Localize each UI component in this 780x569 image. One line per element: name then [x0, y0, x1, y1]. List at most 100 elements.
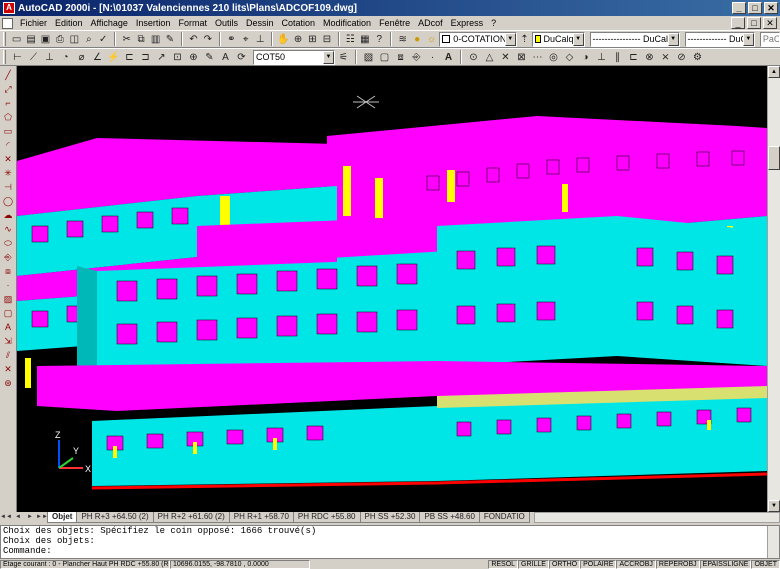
leader-icon[interactable]: ↗ [154, 50, 169, 65]
osnap-insert-icon[interactable]: ⊏ [626, 50, 641, 65]
copy-icon[interactable]: ⧉ [134, 32, 147, 47]
ellipse-icon[interactable]: ⬭ [1, 236, 15, 250]
properties-icon[interactable]: ☷ [344, 32, 357, 47]
line-icon[interactable]: ╱ [1, 68, 15, 82]
autocad-app-icon[interactable]: A [3, 2, 15, 14]
osnap-nearest-icon[interactable]: ⨯ [658, 50, 673, 65]
help-icon[interactable]: ? [373, 32, 386, 47]
layer-dropdown[interactable]: 0-COTATION ▼ [439, 31, 517, 47]
toggle-epaissligne[interactable]: EPAISSLIGNE [699, 559, 752, 569]
doc-restore-button[interactable]: □ [747, 17, 761, 29]
dim-edit-icon[interactable]: ✎ [202, 50, 217, 65]
osnap-node-icon[interactable]: ⊗ [642, 50, 657, 65]
dimstyle-dropdown[interactable]: COT50 ▼ [253, 49, 335, 65]
vertical-scrollbar[interactable]: ▲ ▼ [767, 66, 780, 512]
dim-diameter-icon[interactable]: ⌀ [74, 50, 89, 65]
osnap-apparent-icon[interactable]: ⊠ [514, 50, 529, 65]
tab-ph-r1[interactable]: PH R+1 +58.70 [228, 512, 294, 523]
zoom-previous-icon[interactable]: ⊟ [320, 32, 333, 47]
text-icon[interactable]: A [441, 50, 456, 65]
delete-icon[interactable]: ✕ [1, 362, 15, 376]
drawing-viewport[interactable]: Z X Y [17, 66, 767, 512]
tolerance-icon[interactable]: ⊡ [170, 50, 185, 65]
region-icon[interactable]: ▢ [1, 306, 15, 320]
dim-aligned-icon[interactable]: ⟋ [26, 50, 41, 65]
toggle-grille[interactable]: GRILLE [518, 559, 549, 569]
dim-ordinate-icon[interactable]: ⊥ [42, 50, 57, 65]
horizontal-scrollbar[interactable] [533, 512, 780, 523]
menu-fenetre[interactable]: Fenêtre [376, 18, 415, 28]
menu-cotation[interactable]: Cotation [279, 18, 321, 28]
redo-icon[interactable]: ↷ [201, 32, 214, 47]
tab-first-button[interactable]: ◄◄ [0, 512, 12, 523]
tab-ph-r2[interactable]: PH R+2 +61.60 (2) [152, 512, 230, 523]
toggle-objet[interactable]: OBJET [751, 559, 780, 569]
zoom-realtime-icon[interactable]: ⊕ [291, 32, 304, 47]
scroll-up-button[interactable]: ▲ [768, 66, 780, 78]
xline-icon[interactable]: ⤢ [1, 82, 15, 96]
arc-icon[interactable]: ◜ [1, 138, 15, 152]
snap-icon[interactable]: ⌖ [239, 32, 252, 47]
dim-angular-icon[interactable]: ∠ [90, 50, 105, 65]
dim-continue-icon[interactable]: ⊐ [138, 50, 153, 65]
explode-icon[interactable]: ✳ [1, 166, 15, 180]
osnap-perpendicular-icon[interactable]: ⊥ [594, 50, 609, 65]
toolbar-grip[interactable] [3, 32, 6, 46]
spline-icon[interactable]: ∿ [1, 222, 15, 236]
lineweight-dropdown[interactable]: ------------- DuCalque ▼ [684, 31, 755, 47]
osnap-intersection-icon[interactable]: ✕ [498, 50, 513, 65]
match-properties-icon[interactable]: ✎ [163, 32, 176, 47]
circle-icon[interactable]: ◯ [1, 194, 15, 208]
dim-update-icon[interactable]: ⟳ [234, 50, 249, 65]
polyline-icon[interactable]: ⌐ [1, 96, 15, 110]
dim-linear-icon[interactable]: ⊢ [10, 50, 25, 65]
maximize-button[interactable]: □ [748, 2, 762, 14]
make-block-icon[interactable]: ⧈ [1, 264, 15, 278]
osnap-none-icon[interactable]: ⊘ [674, 50, 689, 65]
dim-text-edit-icon[interactable]: A [218, 50, 233, 65]
linetype-dropdown[interactable]: ---------------- DuCalque ▼ [589, 31, 680, 47]
polygon-icon[interactable]: ⬠ [1, 110, 15, 124]
audit-icon[interactable]: ⊛ [1, 376, 15, 390]
osnap-extension-icon[interactable]: ⋯ [530, 50, 545, 65]
menu-edition[interactable]: Edition [52, 18, 88, 28]
hyperlink-icon[interactable]: ⚭ [225, 32, 238, 47]
quick-dim-icon[interactable]: ⚡ [106, 50, 121, 65]
new-icon[interactable]: ▭ [10, 32, 23, 47]
menu-modification[interactable]: Modification [320, 18, 376, 28]
zoom-window-icon[interactable]: ⊞ [306, 32, 319, 47]
menu-outils[interactable]: Outils [212, 18, 243, 28]
tab-pb-ss[interactable]: PB SS +48.60 [419, 512, 480, 523]
center-mark-icon[interactable]: ⊕ [186, 50, 201, 65]
break-icon[interactable]: ⫽ [1, 348, 15, 362]
dim-style-icon[interactable]: ⚟ [336, 50, 351, 65]
close-button[interactable]: ✕ [764, 2, 778, 14]
save-icon[interactable]: ▣ [39, 32, 52, 47]
block-icon[interactable]: ⧈ [393, 50, 408, 65]
tab-objet[interactable]: Objet [47, 512, 78, 523]
osnap-quadrant-icon[interactable]: ◇ [562, 50, 577, 65]
preview-icon[interactable]: ◫ [68, 32, 81, 47]
scroll-thumb[interactable] [768, 146, 780, 170]
cut-icon[interactable]: ✂ [120, 32, 133, 47]
print-icon[interactable]: ⎙ [53, 32, 66, 47]
dim-radius-icon[interactable]: ◔ [58, 50, 73, 65]
osnap-parallel-icon[interactable]: ∥ [610, 50, 625, 65]
tab-prev-button[interactable]: ◄ [12, 512, 24, 523]
toggle-reperobj[interactable]: REPEROBJ [655, 559, 700, 569]
spell-icon[interactable]: ✓ [97, 32, 110, 47]
chevron-down-icon[interactable]: ▼ [504, 32, 516, 46]
tab-fondation[interactable]: FONDATIO [478, 512, 530, 523]
mtext-icon[interactable]: A [1, 320, 15, 334]
osnap-settings-icon[interactable]: ⚙ [690, 50, 705, 65]
command-scrollbar[interactable] [767, 526, 779, 558]
erase-icon[interactable]: ✕ [1, 152, 15, 166]
osnap-endpoint-icon[interactable]: ⊙ [466, 50, 481, 65]
point-icon[interactable]: · [425, 50, 440, 65]
stretch-icon[interactable]: ⇲ [1, 334, 15, 348]
command-window[interactable]: Choix des objets: Spécifiez le coin oppo… [0, 525, 780, 559]
coordinate-readout[interactable]: 10696.0155, -98.7810 , 0.0000 [170, 559, 310, 569]
dim-baseline-icon[interactable]: ⊏ [122, 50, 137, 65]
osnap-tangent-icon[interactable]: ◑ [578, 50, 593, 65]
layers-icon[interactable]: ≋ [396, 32, 409, 47]
